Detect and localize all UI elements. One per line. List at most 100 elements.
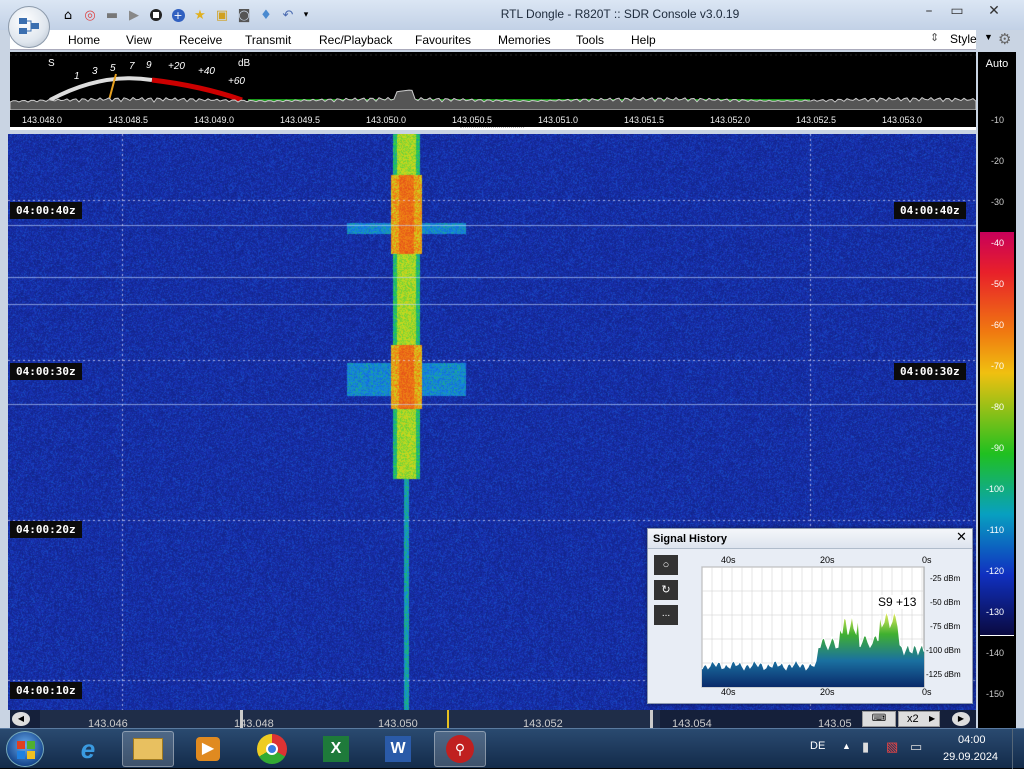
level-label: -40	[990, 238, 1004, 248]
level-label: -100	[985, 484, 1004, 494]
explorer-icon[interactable]	[122, 731, 174, 767]
spectrum-display[interactable]: S dB 1 3 5 7 9 +20 +40 +60	[10, 52, 976, 110]
freq-label: 143.049.0	[194, 115, 235, 125]
tray-device-icon[interactable]: ▮	[862, 739, 869, 755]
timestamp-right: 04:00:40z	[894, 202, 966, 219]
clock-time[interactable]: 04:00	[958, 734, 986, 746]
close-icon[interactable]: ✕	[956, 530, 967, 545]
menu-tools[interactable]: Tools	[576, 33, 604, 47]
excel-icon[interactable]: X	[310, 731, 362, 767]
menu-transmit[interactable]: Transmit	[245, 33, 291, 47]
menu-favourites[interactable]: Favourites	[415, 33, 471, 47]
start-button[interactable]	[6, 731, 44, 767]
dbm-label: -25 dBm	[930, 574, 961, 583]
language-indicator[interactable]: DE	[810, 740, 825, 752]
freq-label: 143.053.0	[882, 115, 923, 125]
menu-bar: Home View Receive Transmit Rec/Playback …	[10, 30, 976, 50]
tray-expand-icon[interactable]: ▲	[842, 741, 851, 751]
zoom-button[interactable]: x2 ▶	[898, 711, 940, 727]
filter-handle[interactable]	[460, 127, 524, 130]
media-player-icon[interactable]: ▶	[182, 731, 234, 767]
minimize-button[interactable]: –	[916, 2, 942, 20]
sdr-console-taskbar-icon[interactable]: ⚲	[434, 731, 486, 767]
freq-label: 143.050.0	[366, 115, 407, 125]
plus-icon[interactable]: +	[170, 7, 186, 23]
style-area: ⇕ Style ▼ ⚙	[930, 30, 1024, 50]
lifebuoy-icon[interactable]: ◎	[82, 7, 98, 23]
signal-history-title: Signal History	[653, 533, 727, 545]
word-icon[interactable]: W	[372, 731, 424, 767]
menu-view[interactable]: View	[126, 33, 152, 47]
bottom-freq-label: 143.05	[818, 718, 852, 728]
stop-icon[interactable]	[148, 7, 164, 23]
scroll-left-icon[interactable]: ◀	[12, 712, 30, 726]
record-icon[interactable]: ○	[654, 555, 678, 575]
time-label-bottom: 40s	[721, 687, 736, 697]
show-desktop-button[interactable]	[1012, 729, 1024, 769]
play-icon[interactable]: ▶	[126, 7, 142, 23]
folder-icon[interactable]: ▬	[104, 7, 120, 23]
auto-button[interactable]: Auto	[978, 52, 1016, 76]
more-options-button[interactable]: ...	[654, 605, 678, 625]
home-icon[interactable]: ⌂	[60, 7, 76, 23]
close-window-button[interactable]: ✕	[978, 2, 1010, 20]
chevron-updown-icon[interactable]: ⇕	[930, 31, 939, 44]
application-menu-button[interactable]	[8, 6, 50, 48]
timestamp-left: 04:00:40z	[10, 202, 82, 219]
style-menu[interactable]: Style	[950, 32, 977, 46]
app-logo-icon	[19, 18, 39, 34]
scroll-right-icon[interactable]: ▶	[952, 712, 970, 726]
menu-help[interactable]: Help	[631, 33, 656, 47]
maximize-button[interactable]: ▭	[944, 2, 970, 20]
chrome-icon[interactable]	[246, 731, 298, 767]
style-dropdown-icon[interactable]: ▼	[984, 32, 993, 42]
freq-label: 143.052.5	[796, 115, 837, 125]
freq-label: 143.048.5	[108, 115, 149, 125]
frequency-scale[interactable]: 143.048.0 143.048.5 143.049.0 143.049.5 …	[10, 110, 976, 130]
taskbar: e ▶ X W ⚲ DE ▲ ▮ ▧ ▭ 04:00 29.09.2024	[0, 728, 1024, 769]
undo-icon[interactable]: ↶	[280, 7, 296, 23]
timestamp-left: 04:00:20z	[10, 521, 82, 538]
gear-icon[interactable]: ⚙	[998, 30, 1011, 48]
lock-icon[interactable]: ▣	[214, 7, 230, 23]
bottom-freq-label: 143.046	[88, 718, 128, 728]
star-icon[interactable]: ★	[192, 7, 208, 23]
zoom-label: x2	[907, 713, 919, 725]
band-marker	[650, 710, 653, 728]
level-label: -80	[990, 402, 1004, 412]
dropdown-icon[interactable]: ▾	[298, 7, 314, 23]
menu-memories[interactable]: Memories	[498, 33, 551, 47]
signal-readout: S9 +13	[876, 595, 919, 609]
bottom-frequency-bar[interactable]: ◀ 143.046 143.048 143.050 143.052 143.05…	[10, 710, 976, 728]
drop-icon[interactable]: ♦	[258, 7, 274, 23]
dbm-label: -75 dBm	[930, 622, 961, 631]
level-label: -120	[985, 566, 1004, 576]
menu-home[interactable]: Home	[68, 33, 100, 47]
bottom-freq-label: 143.048	[234, 718, 274, 728]
level-label: -10	[990, 115, 1004, 125]
keyboard-icon[interactable]: ⌨	[862, 711, 896, 727]
tray-network-icon[interactable]: ▧	[886, 739, 898, 755]
freq-label: 143.052.0	[710, 115, 751, 125]
menu-rec-playback[interactable]: Rec/Playback	[319, 33, 392, 47]
ie-icon[interactable]: e	[62, 731, 114, 767]
timestamp-left: 04:00:10z	[10, 682, 82, 699]
floor-marker	[980, 635, 1014, 636]
level-label: -20	[990, 156, 1004, 166]
sdr-console-window: ⌂ ◎ ▬ ▶ + ★ ▣ ◙ ♦ ↶ ▾ RTL Dongle - R820T…	[0, 0, 1024, 728]
tray-monitor-icon[interactable]: ▭	[910, 739, 922, 755]
menu-receive[interactable]: Receive	[179, 33, 222, 47]
bottom-freq-label: 143.054	[672, 718, 712, 728]
freq-label: 143.048.0	[22, 115, 63, 125]
time-label-bottom: 0s	[922, 687, 932, 697]
level-label: -110	[986, 525, 1004, 535]
reset-icon[interactable]: ↻	[654, 580, 678, 600]
freq-label: 143.051.5	[624, 115, 665, 125]
spectrum-trace	[10, 54, 976, 110]
title-bar: ⌂ ◎ ▬ ▶ + ★ ▣ ◙ ♦ ↶ ▾ RTL Dongle - R820T…	[0, 0, 1024, 48]
dbm-label: -125 dBm	[926, 670, 961, 679]
camera-icon[interactable]: ◙	[236, 7, 252, 23]
timestamp-right: 04:00:30z	[894, 363, 966, 380]
clock-date[interactable]: 29.09.2024	[943, 751, 998, 763]
level-scale[interactable]: Auto -10 -20 -30 -40 -50 -60 -70 -80 -90 -100 -110…	[978, 52, 1016, 728]
